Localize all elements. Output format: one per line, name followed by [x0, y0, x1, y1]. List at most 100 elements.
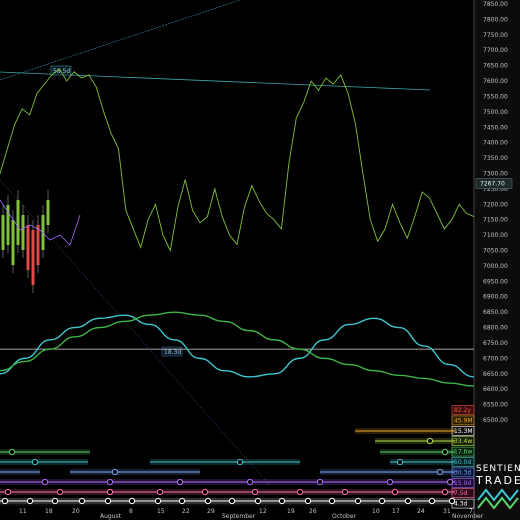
y-tick-label: 7500.00 — [483, 109, 508, 116]
x-month-label: September — [222, 513, 256, 520]
cycle-phase-marker — [4, 488, 12, 496]
y-tick-label: 7600.00 — [483, 78, 508, 85]
period-tag-label: 30.3d — [454, 469, 471, 476]
candle-body — [26, 225, 30, 270]
candle-body — [11, 220, 15, 265]
period-tag-label: 50.0d — [454, 459, 471, 466]
cycle-phase-marker — [316, 478, 324, 486]
period-tag-label: 4.3d — [454, 501, 468, 508]
price-projection-line — [0, 68, 475, 252]
y-tick-label: 7300.00 — [483, 170, 508, 177]
price-chart[interactable]: 7850.00 7800.00 7750.00 7700.00 7650.00 7600.… — [0, 0, 520, 520]
candle-body — [31, 230, 35, 285]
cycle-phase-marker — [341, 488, 349, 496]
cycle-phase-marker — [436, 468, 444, 476]
y-tick-label: 7550.00 — [483, 93, 508, 100]
cycle-phase-marker — [446, 478, 454, 486]
cycle-phase-marker — [251, 488, 259, 496]
y-tick-label: 7750.00 — [483, 32, 508, 39]
x-tick-label: 18 — [45, 508, 53, 515]
x-tick-label: 24 — [417, 508, 425, 515]
cycle-phase-marker — [1, 497, 9, 505]
y-tick-label: 7650.00 — [483, 63, 508, 70]
y-tick-label: 7050.00 — [483, 248, 508, 255]
trendline-rising — [0, 0, 241, 81]
cycle-phase-marker — [156, 488, 164, 496]
y-tick-label: 7150.00 — [483, 217, 508, 224]
x-tick-label: 31 — [443, 508, 451, 515]
x-month-label: November — [452, 513, 484, 520]
cycle-phase-marker — [128, 497, 136, 505]
cycle-phase-marker — [51, 497, 59, 505]
x-tick-label: 17 — [392, 508, 400, 515]
cycle-phase-marker — [278, 497, 286, 505]
cycle-phase-marker — [296, 488, 304, 496]
cycle-phase-marker — [201, 488, 209, 496]
x-tick-label: 20 — [72, 508, 80, 515]
y-tick-label: 6500.00 — [483, 417, 508, 424]
y-tick-label: 6550.00 — [483, 402, 508, 409]
cycle-phase-marker — [104, 497, 112, 505]
x-tick-label: 10 — [372, 508, 380, 515]
x-tick-label: 15 — [157, 508, 165, 515]
cycle-phase-marker — [178, 497, 186, 505]
cycle-phase-marker — [448, 497, 456, 505]
cycle-phase-marker — [106, 478, 114, 486]
x-tick-label: 11 — [19, 508, 27, 515]
cycle-phase-marker — [254, 497, 262, 505]
logo-text-sentient: SENTIENT — [476, 464, 520, 474]
cycle-phase-marker — [441, 488, 449, 496]
cycle-phase-marker — [78, 497, 86, 505]
candle-body — [21, 215, 25, 250]
y-tick-label: 6750.00 — [483, 340, 508, 347]
y-tick-label: 6850.00 — [483, 309, 508, 316]
y-tick-label: 7000.00 — [483, 263, 508, 270]
y-tick-label: 7350.00 — [483, 155, 508, 162]
y-tick-label: 7700.00 — [483, 47, 508, 54]
y-tick-label: 7100.00 — [483, 232, 508, 239]
y-tick-label: 6700.00 — [483, 355, 508, 362]
x-tick-label: 19 — [287, 508, 295, 515]
period-tag-label: 17.6w — [454, 449, 472, 456]
cycle-phase-marker — [111, 468, 119, 476]
cycle-phase-marker — [404, 497, 412, 505]
candle-body — [16, 200, 20, 245]
cycle-phase-marker — [304, 497, 312, 505]
cycle-phase-marker — [328, 497, 336, 505]
cycle-phase-marker — [391, 488, 399, 496]
logo-text-trader: TRADER — [476, 474, 520, 487]
period-tag-label: 82.2y — [454, 407, 471, 414]
cycle-phase-marker — [106, 488, 114, 496]
candle-body — [36, 225, 40, 265]
x-tick-label: 29 — [207, 508, 215, 515]
cycle-phase-marker — [426, 437, 434, 445]
annotation-mid-label: 18.3d — [164, 349, 181, 356]
x-tick-label: 22 — [182, 508, 190, 515]
x-tick-label: 8 — [129, 508, 133, 515]
x-tick-label: 7 — [469, 508, 473, 515]
cycle-phase-marker — [228, 497, 236, 505]
period-tag-label: 33.4w — [454, 438, 472, 445]
cycle-phase-marker — [204, 497, 212, 505]
period-tag-label: 15.3M — [454, 428, 473, 435]
cycle-phase-marker — [154, 497, 162, 505]
period-tag-label: 7.5d — [454, 490, 468, 497]
y-tick-label: 7800.00 — [483, 16, 508, 23]
cycle-phase-marker — [441, 448, 449, 456]
cycle-phase-marker — [56, 488, 64, 496]
teal-cycle-curve — [0, 314, 475, 378]
period-tag-label: 15.0d — [454, 480, 471, 487]
current-price-label: 7267.70 — [480, 180, 505, 187]
y-tick-label: 7450.00 — [483, 124, 508, 131]
x-month-label: October — [332, 513, 357, 520]
y-tick-label: 6600.00 — [483, 386, 508, 393]
y-tick-label: 7850.00 — [483, 1, 508, 8]
cycle-phase-marker — [41, 478, 49, 486]
cycle-phase-marker — [31, 458, 39, 466]
trendline-falling — [0, 179, 271, 487]
y-tick-label: 7200.00 — [483, 201, 508, 208]
cycle-phase-marker — [236, 458, 244, 466]
y-tick-label: 6900.00 — [483, 294, 508, 301]
cycle-phase-marker — [354, 497, 362, 505]
cycle-phase-marker — [386, 478, 394, 486]
